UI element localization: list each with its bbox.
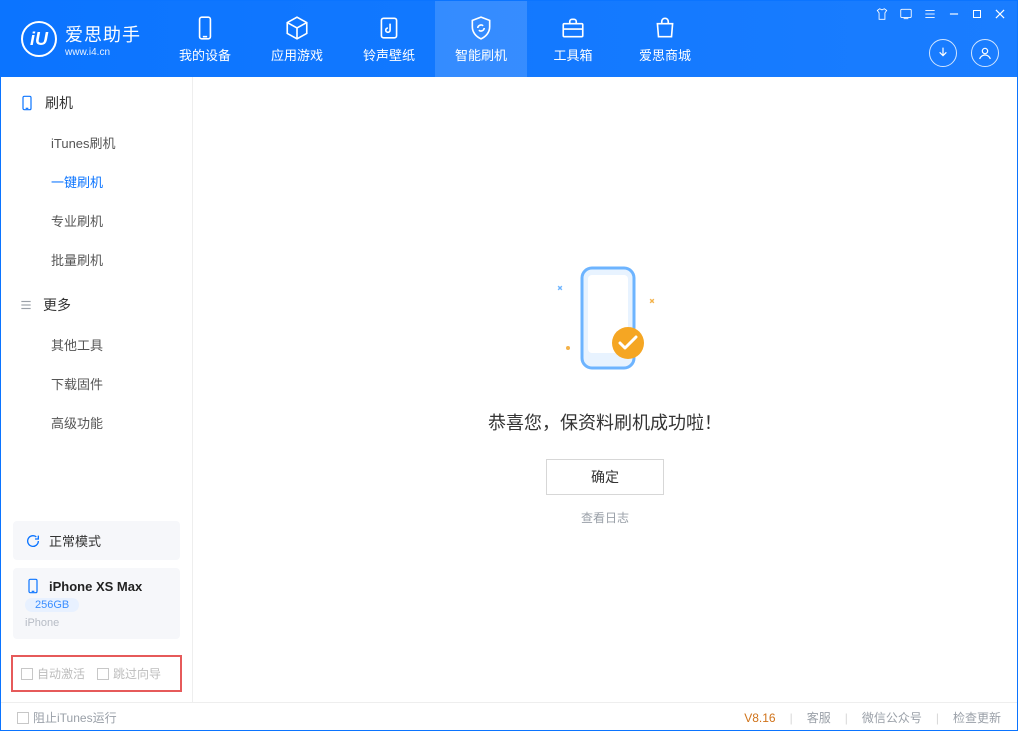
nav-label: 爱思商城: [639, 45, 691, 64]
device-capacity: 256GB: [25, 598, 79, 612]
device-mode-card[interactable]: 正常模式: [13, 521, 180, 560]
mode-label: 正常模式: [49, 531, 101, 550]
bag-icon: [652, 15, 678, 41]
window-controls-small: [875, 7, 1007, 21]
checkbox-skip-guide[interactable]: 跳过向导: [97, 665, 161, 682]
maximize-button[interactable]: [971, 8, 983, 20]
sidebar: 刷机 iTunes刷机 一键刷机 专业刷机 批量刷机 更多 其他工具 下载固件 …: [1, 77, 193, 702]
highlighted-options-row: 自动激活 跳过向导: [11, 655, 182, 692]
checkbox-label: 阻止iTunes运行: [33, 709, 117, 726]
main-content: 恭喜您，保资料刷机成功啦！ 确定 查看日志: [193, 77, 1017, 702]
nav-store[interactable]: 爱思商城: [619, 1, 711, 77]
phone-outline-icon: [19, 95, 35, 111]
footer-link-wechat[interactable]: 微信公众号: [862, 709, 922, 726]
nav-toolbox[interactable]: 工具箱: [527, 1, 619, 77]
checkbox-block-itunes[interactable]: 阻止iTunes运行: [17, 709, 117, 726]
shirt-icon[interactable]: [875, 7, 889, 21]
download-button[interactable]: [929, 39, 957, 67]
list-icon: [19, 298, 33, 312]
cube-icon: [284, 15, 310, 41]
device-type: iPhone: [25, 617, 168, 629]
minimize-button[interactable]: [947, 7, 961, 21]
sidebar-section-more: 更多: [1, 279, 192, 325]
app-subtitle: www.i4.cn: [65, 47, 141, 58]
sidebar-item-other-tools[interactable]: 其他工具: [1, 325, 192, 364]
view-log-link[interactable]: 查看日志: [581, 509, 629, 526]
header-right-buttons: [929, 39, 999, 67]
checkbox-auto-activate[interactable]: 自动激活: [21, 665, 85, 682]
logo-icon: iU: [21, 21, 57, 57]
phone-icon: [192, 15, 218, 41]
user-button[interactable]: [971, 39, 999, 67]
nav-label: 智能刷机: [455, 45, 507, 64]
footer-link-check-update[interactable]: 检查更新: [953, 709, 1001, 726]
section-title: 刷机: [45, 93, 73, 113]
sidebar-item-itunes-flash[interactable]: iTunes刷机: [1, 123, 192, 162]
checkbox-label: 跳过向导: [113, 665, 161, 682]
nav-ringtones-wallpapers[interactable]: 铃声壁纸: [343, 1, 435, 77]
close-button[interactable]: [993, 7, 1007, 21]
nav-label: 工具箱: [553, 45, 592, 64]
device-icon: [25, 578, 41, 594]
nav-smart-flash[interactable]: 智能刷机: [435, 1, 527, 77]
menu-icon[interactable]: [923, 7, 937, 21]
ok-button[interactable]: 确定: [546, 459, 664, 495]
sidebar-section-flash: 刷机: [1, 77, 192, 123]
status-bar: 阻止iTunes运行 V8.16 | 客服 | 微信公众号 | 检查更新: [1, 702, 1017, 732]
top-nav: 我的设备 应用游戏 铃声壁纸 智能刷机 工具箱 爱思商城: [159, 1, 711, 77]
section-title: 更多: [43, 295, 71, 315]
sidebar-item-oneclick-flash[interactable]: 一键刷机: [1, 162, 192, 201]
app-title: 爱思助手: [65, 21, 141, 47]
music-file-icon: [376, 15, 402, 41]
sidebar-item-batch-flash[interactable]: 批量刷机: [1, 240, 192, 279]
device-name: iPhone XS Max: [49, 579, 142, 594]
shield-sync-icon: [468, 15, 494, 41]
feedback-icon[interactable]: [899, 7, 913, 21]
sync-icon: [25, 533, 41, 549]
nav-label: 应用游戏: [271, 45, 323, 64]
app-header: iU 爱思助手 www.i4.cn 我的设备 应用游戏 铃声壁纸 智能刷机 工具…: [1, 1, 1017, 77]
nav-apps-games[interactable]: 应用游戏: [251, 1, 343, 77]
checkbox-label: 自动激活: [37, 665, 85, 682]
nav-label: 铃声壁纸: [363, 45, 415, 64]
toolbox-icon: [560, 15, 586, 41]
nav-label: 我的设备: [179, 45, 231, 64]
app-logo: iU 爱思助手 www.i4.cn: [1, 21, 159, 58]
sidebar-item-download-firmware[interactable]: 下载固件: [1, 364, 192, 403]
footer-link-support[interactable]: 客服: [807, 709, 831, 726]
success-illustration: [540, 253, 670, 383]
device-info-card[interactable]: iPhone XS Max 256GB iPhone: [13, 568, 180, 639]
nav-my-device[interactable]: 我的设备: [159, 1, 251, 77]
success-message: 恭喜您，保资料刷机成功啦！: [488, 409, 722, 435]
sidebar-item-advanced[interactable]: 高级功能: [1, 403, 192, 442]
sidebar-item-pro-flash[interactable]: 专业刷机: [1, 201, 192, 240]
version-label: V8.16: [744, 711, 775, 725]
